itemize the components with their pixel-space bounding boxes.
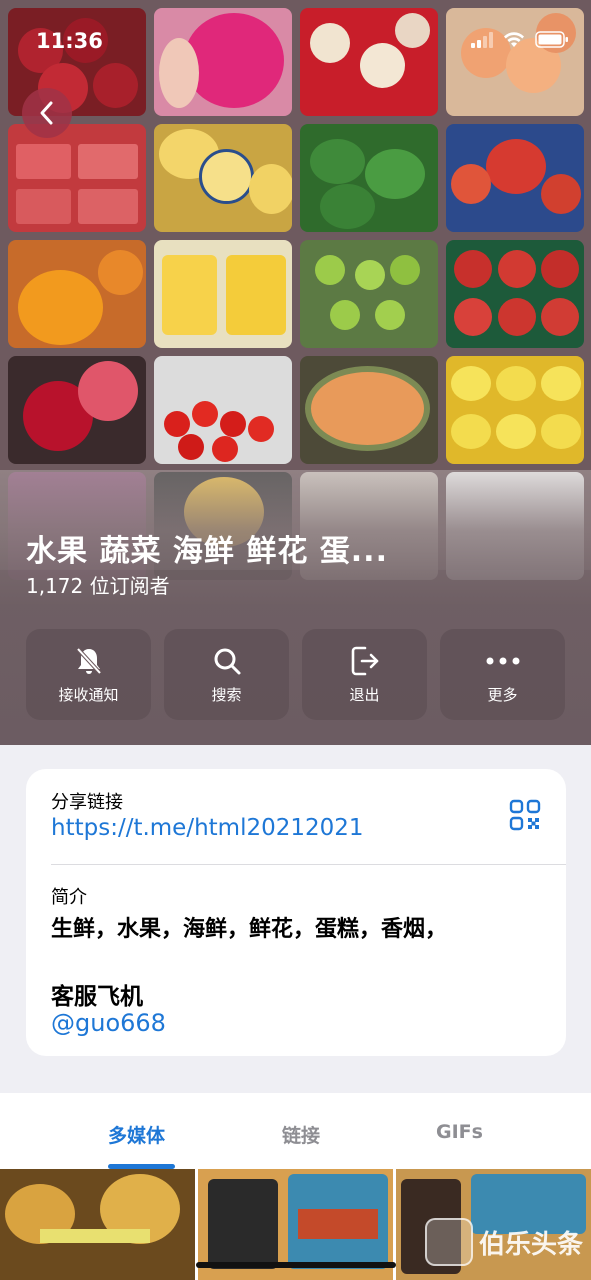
- qr-code-button[interactable]: [509, 799, 541, 831]
- photo-oranges: [8, 240, 146, 348]
- intro-label: 简介: [51, 887, 87, 908]
- notifications-label: 接收通知: [58, 686, 119, 704]
- leave-label: 退出: [349, 686, 380, 704]
- service-handle-link[interactable]: @guo668: [51, 1009, 166, 1037]
- search-button[interactable]: 搜索: [164, 629, 289, 720]
- notifications-button[interactable]: 接收通知: [26, 629, 151, 720]
- status-time: 11:36: [36, 29, 103, 53]
- subscriber-count: 1,172 位订阅者: [26, 574, 170, 598]
- leave-icon: [351, 646, 378, 676]
- media-tabs: 多媒体 链接 GIFs: [0, 1093, 591, 1169]
- watermark-text: 伯乐头条: [478, 1229, 583, 1260]
- photo-boxed-fruit: [300, 8, 438, 116]
- action-bar: 接收通知 搜索 退出 更多: [26, 629, 566, 720]
- card-divider: [51, 864, 566, 865]
- watermark-logo-icon: [424, 1218, 473, 1266]
- photo-jackfruit: [154, 240, 292, 348]
- photo-green-plums: [300, 240, 438, 348]
- photo-apple-boxes: [8, 124, 146, 232]
- more-icon: [486, 657, 519, 665]
- bell-slash-icon: [76, 647, 101, 675]
- intro-text: 生鲜，水果，海鲜，鲜花，蛋糕，香烟，: [51, 917, 448, 942]
- battery-icon: [535, 31, 568, 48]
- qr-code-icon: [509, 799, 541, 831]
- search-icon: [214, 648, 240, 675]
- tab-links[interactable]: 链接: [282, 1121, 320, 1148]
- photo-watermelons: [300, 124, 438, 232]
- search-label: 搜索: [211, 686, 242, 704]
- tab-gifs[interactable]: GIFs: [436, 1121, 483, 1143]
- photo-cherry-tomatoes: [154, 356, 292, 464]
- photo-peaches: [446, 8, 584, 116]
- channel-title: 水果 蔬菜 海鲜 鲜花 蛋...: [26, 534, 388, 569]
- back-button[interactable]: [22, 88, 72, 138]
- photo-dragon-fruit: [154, 8, 292, 116]
- photo-pomegranate: [8, 356, 146, 464]
- more-button[interactable]: 更多: [440, 629, 565, 720]
- photo-hami-melons: [446, 356, 584, 464]
- tab-media[interactable]: 多媒体: [108, 1121, 165, 1148]
- photo-apple-crate: [446, 240, 584, 348]
- chevron-left-icon: [40, 101, 53, 125]
- leave-button[interactable]: 退出: [302, 629, 427, 720]
- photo-melons-yellow: [154, 124, 292, 232]
- signal-icon: [471, 31, 493, 48]
- channel-info-screen: 11:36 水果 蔬菜 海鲜 鲜花 蛋... 1,172 位订阅者 接收通知 搜…: [0, 0, 591, 1280]
- photo-red-apples: [446, 124, 584, 232]
- watermark: 伯乐头条: [424, 1218, 583, 1266]
- share-link-label: 分享链接: [51, 792, 123, 813]
- service-label: 客服飞机: [51, 984, 143, 1010]
- home-indicator: [196, 1262, 396, 1268]
- photo-cantaloupe: [300, 356, 438, 464]
- channel-info-card: 分享链接 https://t.me/html20212021 简介 生鲜，水果，…: [26, 769, 566, 1056]
- more-label: 更多: [487, 686, 518, 704]
- channel-header: 11:36 水果 蔬菜 海鲜 鲜花 蛋... 1,172 位订阅者 接收通知 搜…: [0, 0, 591, 745]
- share-link[interactable]: https://t.me/html20212021: [51, 815, 364, 841]
- wifi-icon: [504, 31, 524, 47]
- status-icons: [471, 31, 569, 48]
- media-thumbnail[interactable]: [0, 1169, 195, 1280]
